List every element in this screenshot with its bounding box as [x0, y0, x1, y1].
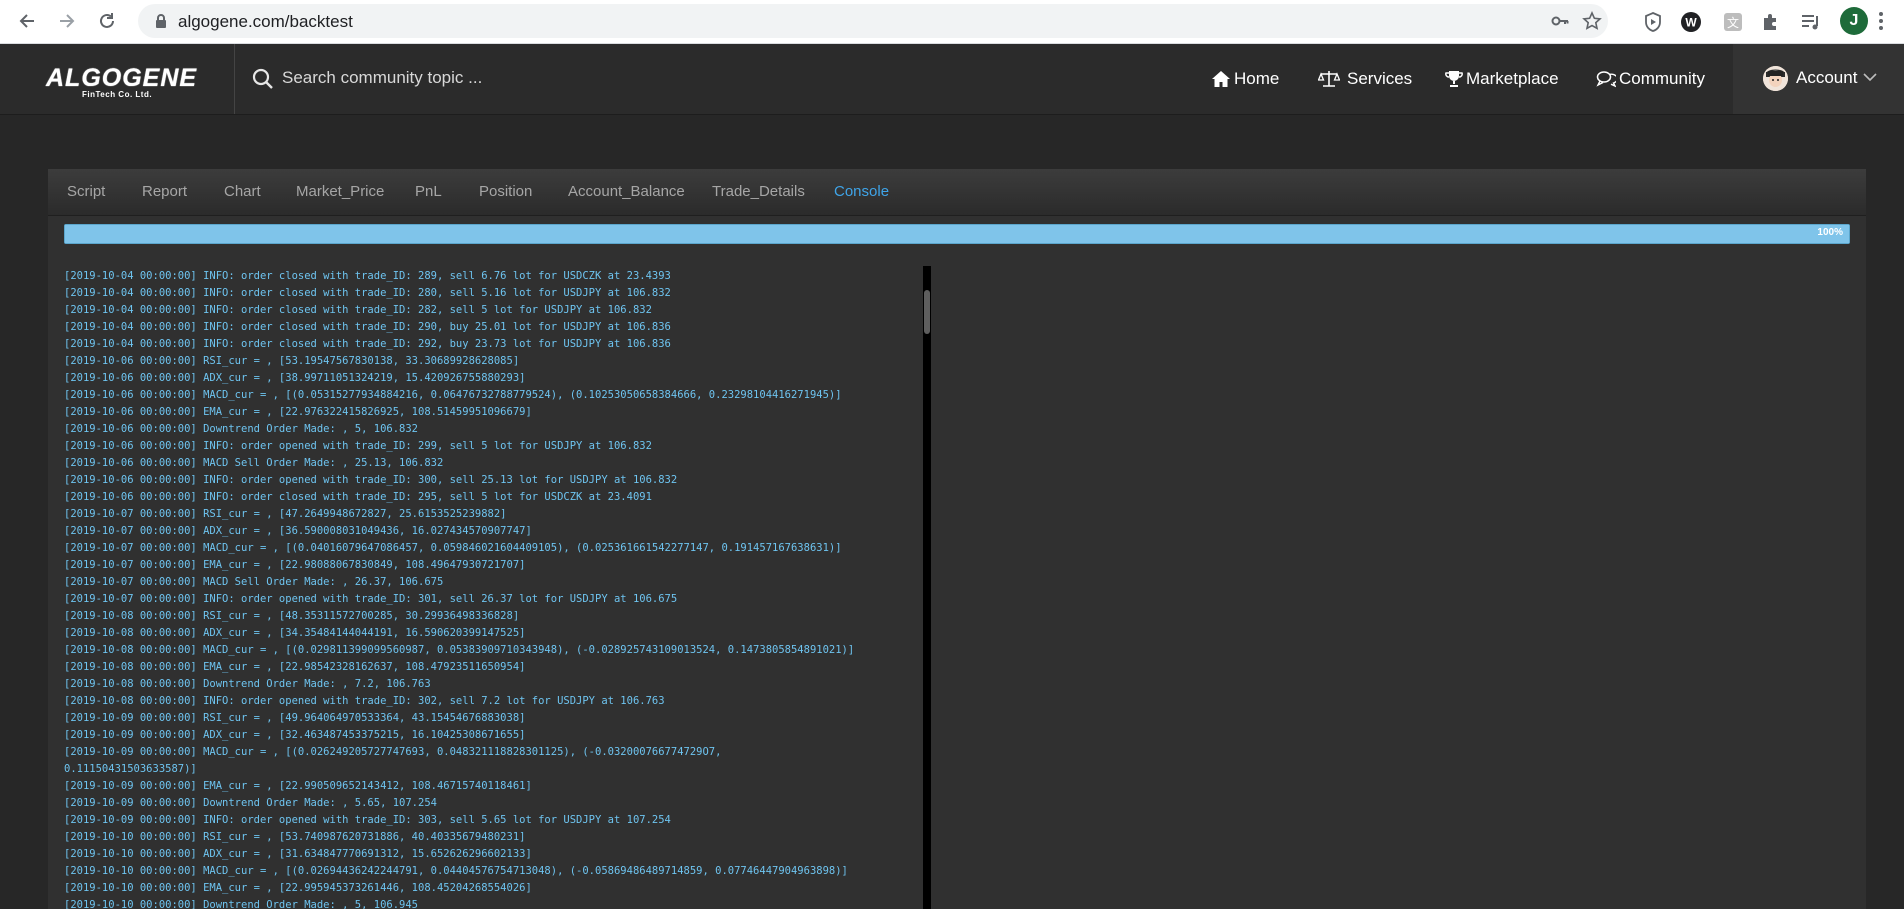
console-line: [2019-10-04 00:00:00] INFO: order closed… [64, 270, 671, 282]
extension-w-icon[interactable]: W [1680, 11, 1702, 33]
header-divider [234, 44, 235, 114]
console-line: [2019-10-09 00:00:00] Downtrend Order Ma… [64, 797, 437, 809]
console-line: [2019-10-09 00:00:00] EMA_cur = , [22.99… [64, 780, 532, 792]
console-line: [2019-10-04 00:00:00] INFO: order closed… [64, 287, 671, 299]
bookmark-star-icon[interactable] [1582, 11, 1602, 31]
logo-text: ALGOGENE [46, 64, 198, 92]
reload-icon[interactable] [92, 6, 122, 36]
home-icon [1212, 71, 1230, 87]
nav-marketplace-label: Marketplace [1466, 69, 1559, 88]
url-text: algogene.com/backtest [178, 12, 353, 31]
extensions-puzzle-icon[interactable] [1760, 11, 1782, 33]
console-line: [2019-10-07 00:00:00] RSI_cur = , [47.26… [64, 508, 507, 520]
site-logo[interactable]: ALGOGENE FinTech Co. Ltd. [46, 66, 196, 102]
console-line: [2019-10-08 00:00:00] ADX_cur = , [34.35… [64, 627, 526, 639]
chat-bubbles-icon [1596, 71, 1616, 88]
browser-toolbar: algogene.com/backtest W 文 J [0, 0, 1904, 44]
console-line: [2019-10-07 00:00:00] INFO: order opened… [64, 593, 678, 605]
console-line: [2019-10-06 00:00:00] MACD Sell Order Ma… [64, 457, 444, 469]
console-line: [2019-10-07 00:00:00] MACD Sell Order Ma… [64, 576, 444, 588]
nav-services-label: Services [1347, 69, 1413, 88]
profile-avatar[interactable]: J [1840, 7, 1868, 35]
console-line: [2019-10-10 00:00:00] EMA_cur = , [22.99… [64, 882, 532, 894]
console-line: [2019-10-04 00:00:00] INFO: order closed… [64, 304, 652, 316]
nav-community[interactable]: Community [1596, 66, 1705, 92]
nav-services[interactable]: Services [1318, 66, 1412, 92]
site-header: ALGOGENE FinTech Co. Ltd. Search communi… [0, 44, 1904, 115]
nav-marketplace[interactable]: Marketplace [1445, 66, 1559, 92]
console-line: [2019-10-07 00:00:00] EMA_cur = , [22.98… [64, 559, 526, 571]
console-scrollbar[interactable] [923, 266, 931, 909]
console-line: [2019-10-07 00:00:00] ADX_cur = , [36.59… [64, 525, 532, 537]
back-icon[interactable] [12, 6, 42, 36]
console-output[interactable]: [2019-10-04 00:00:00] INFO: order closed… [64, 268, 978, 909]
result-tabs: Script Report Chart Market_Price PnL Pos… [48, 169, 1866, 216]
console-line: [2019-10-09 00:00:00] RSI_cur = , [49.96… [64, 712, 526, 724]
console-line: [2019-10-04 00:00:00] INFO: order closed… [64, 321, 671, 333]
console-line: [2019-10-04 00:00:00] INFO: order closed… [64, 338, 671, 350]
console-scrollbar-thumb[interactable] [924, 290, 930, 334]
lock-icon [156, 14, 166, 28]
forward-icon[interactable] [52, 6, 82, 36]
console-line: [2019-10-08 00:00:00] EMA_cur = , [22.98… [64, 661, 526, 673]
tab-pnl[interactable]: PnL [415, 183, 442, 200]
tab-trade-details[interactable]: Trade_Details [712, 183, 805, 200]
svg-text:W: W [1685, 16, 1697, 30]
console-line: [2019-10-08 00:00:00] MACD_cur = , [(0.0… [64, 644, 855, 656]
console-line: [2019-10-06 00:00:00] INFO: order opened… [64, 440, 652, 452]
tab-report[interactable]: Report [142, 183, 187, 200]
extension-shield-icon[interactable] [1642, 11, 1664, 33]
progress-fill [65, 225, 1849, 243]
console-line: [2019-10-06 00:00:00] INFO: order closed… [64, 491, 652, 503]
console-line: [2019-10-06 00:00:00] ADX_cur = , [38.99… [64, 372, 526, 384]
trophy-icon [1445, 71, 1463, 87]
nav-home[interactable]: Home [1211, 66, 1279, 92]
tab-account-balance[interactable]: Account_Balance [568, 183, 685, 200]
tab-script[interactable]: Script [67, 183, 105, 200]
search-icon[interactable] [252, 68, 274, 90]
console-line: [2019-10-09 00:00:00] ADX_cur = , [32.46… [64, 729, 526, 741]
tab-position[interactable]: Position [479, 183, 532, 200]
console-line: [2019-10-10 00:00:00] ADX_cur = , [31.63… [64, 848, 532, 860]
console-line: [2019-10-08 00:00:00] RSI_cur = , [48.35… [64, 610, 520, 622]
console-line: [2019-10-06 00:00:00] RSI_cur = , [53.19… [64, 355, 520, 367]
browser-menu-icon[interactable] [1878, 10, 1884, 32]
account-label: Account [1796, 68, 1858, 87]
backtest-progress-bar: 100% [64, 224, 1850, 244]
svg-text:文: 文 [1727, 15, 1739, 30]
address-bar[interactable]: algogene.com/backtest [138, 4, 1608, 38]
console-line: [2019-10-10 00:00:00] Downtrend Order Ma… [64, 899, 419, 909]
account-avatar [1763, 66, 1788, 91]
console-line: [2019-10-10 00:00:00] MACD_cur = , [(0.0… [64, 865, 848, 877]
console-line: [2019-10-09 00:00:00] MACD_cur = , [(0.0… [64, 746, 722, 758]
backtest-panel: Script Report Chart Market_Price PnL Pos… [48, 169, 1866, 909]
nav-home-label: Home [1234, 69, 1280, 88]
scale-icon [1318, 71, 1340, 87]
extension-translate-icon[interactable]: 文 [1722, 11, 1744, 33]
progress-label: 100% [1817, 227, 1843, 238]
tab-market-price[interactable]: Market_Price [296, 183, 384, 200]
account-menu[interactable]: Account [1733, 44, 1904, 114]
tab-console[interactable]: Console [834, 183, 889, 200]
tab-chart[interactable]: Chart [224, 183, 261, 200]
media-queue-icon[interactable] [1800, 11, 1822, 33]
console-line: [2019-10-09 00:00:00] INFO: order opened… [64, 814, 671, 826]
console-line: [2019-10-08 00:00:00] INFO: order opened… [64, 695, 665, 707]
community-search-input[interactable]: Search community topic ... [282, 68, 482, 88]
nav-community-label: Community [1619, 69, 1705, 88]
console-line: [2019-10-08 00:00:00] Downtrend Order Ma… [64, 678, 431, 690]
console-line: 0.11150431503633587)] [64, 763, 197, 775]
key-icon[interactable] [1550, 11, 1570, 31]
chevron-down-icon [1863, 73, 1877, 82]
console-line: [2019-10-06 00:00:00] Downtrend Order Ma… [64, 423, 419, 435]
console-line: [2019-10-06 00:00:00] EMA_cur = , [22.97… [64, 406, 532, 418]
console-line: [2019-10-07 00:00:00] MACD_cur = , [(0.0… [64, 542, 842, 554]
console-line: [2019-10-10 00:00:00] RSI_cur = , [53.74… [64, 831, 526, 843]
console-line: [2019-10-06 00:00:00] MACD_cur = , [(0.0… [64, 389, 842, 401]
console-line: [2019-10-06 00:00:00] INFO: order opened… [64, 474, 678, 486]
